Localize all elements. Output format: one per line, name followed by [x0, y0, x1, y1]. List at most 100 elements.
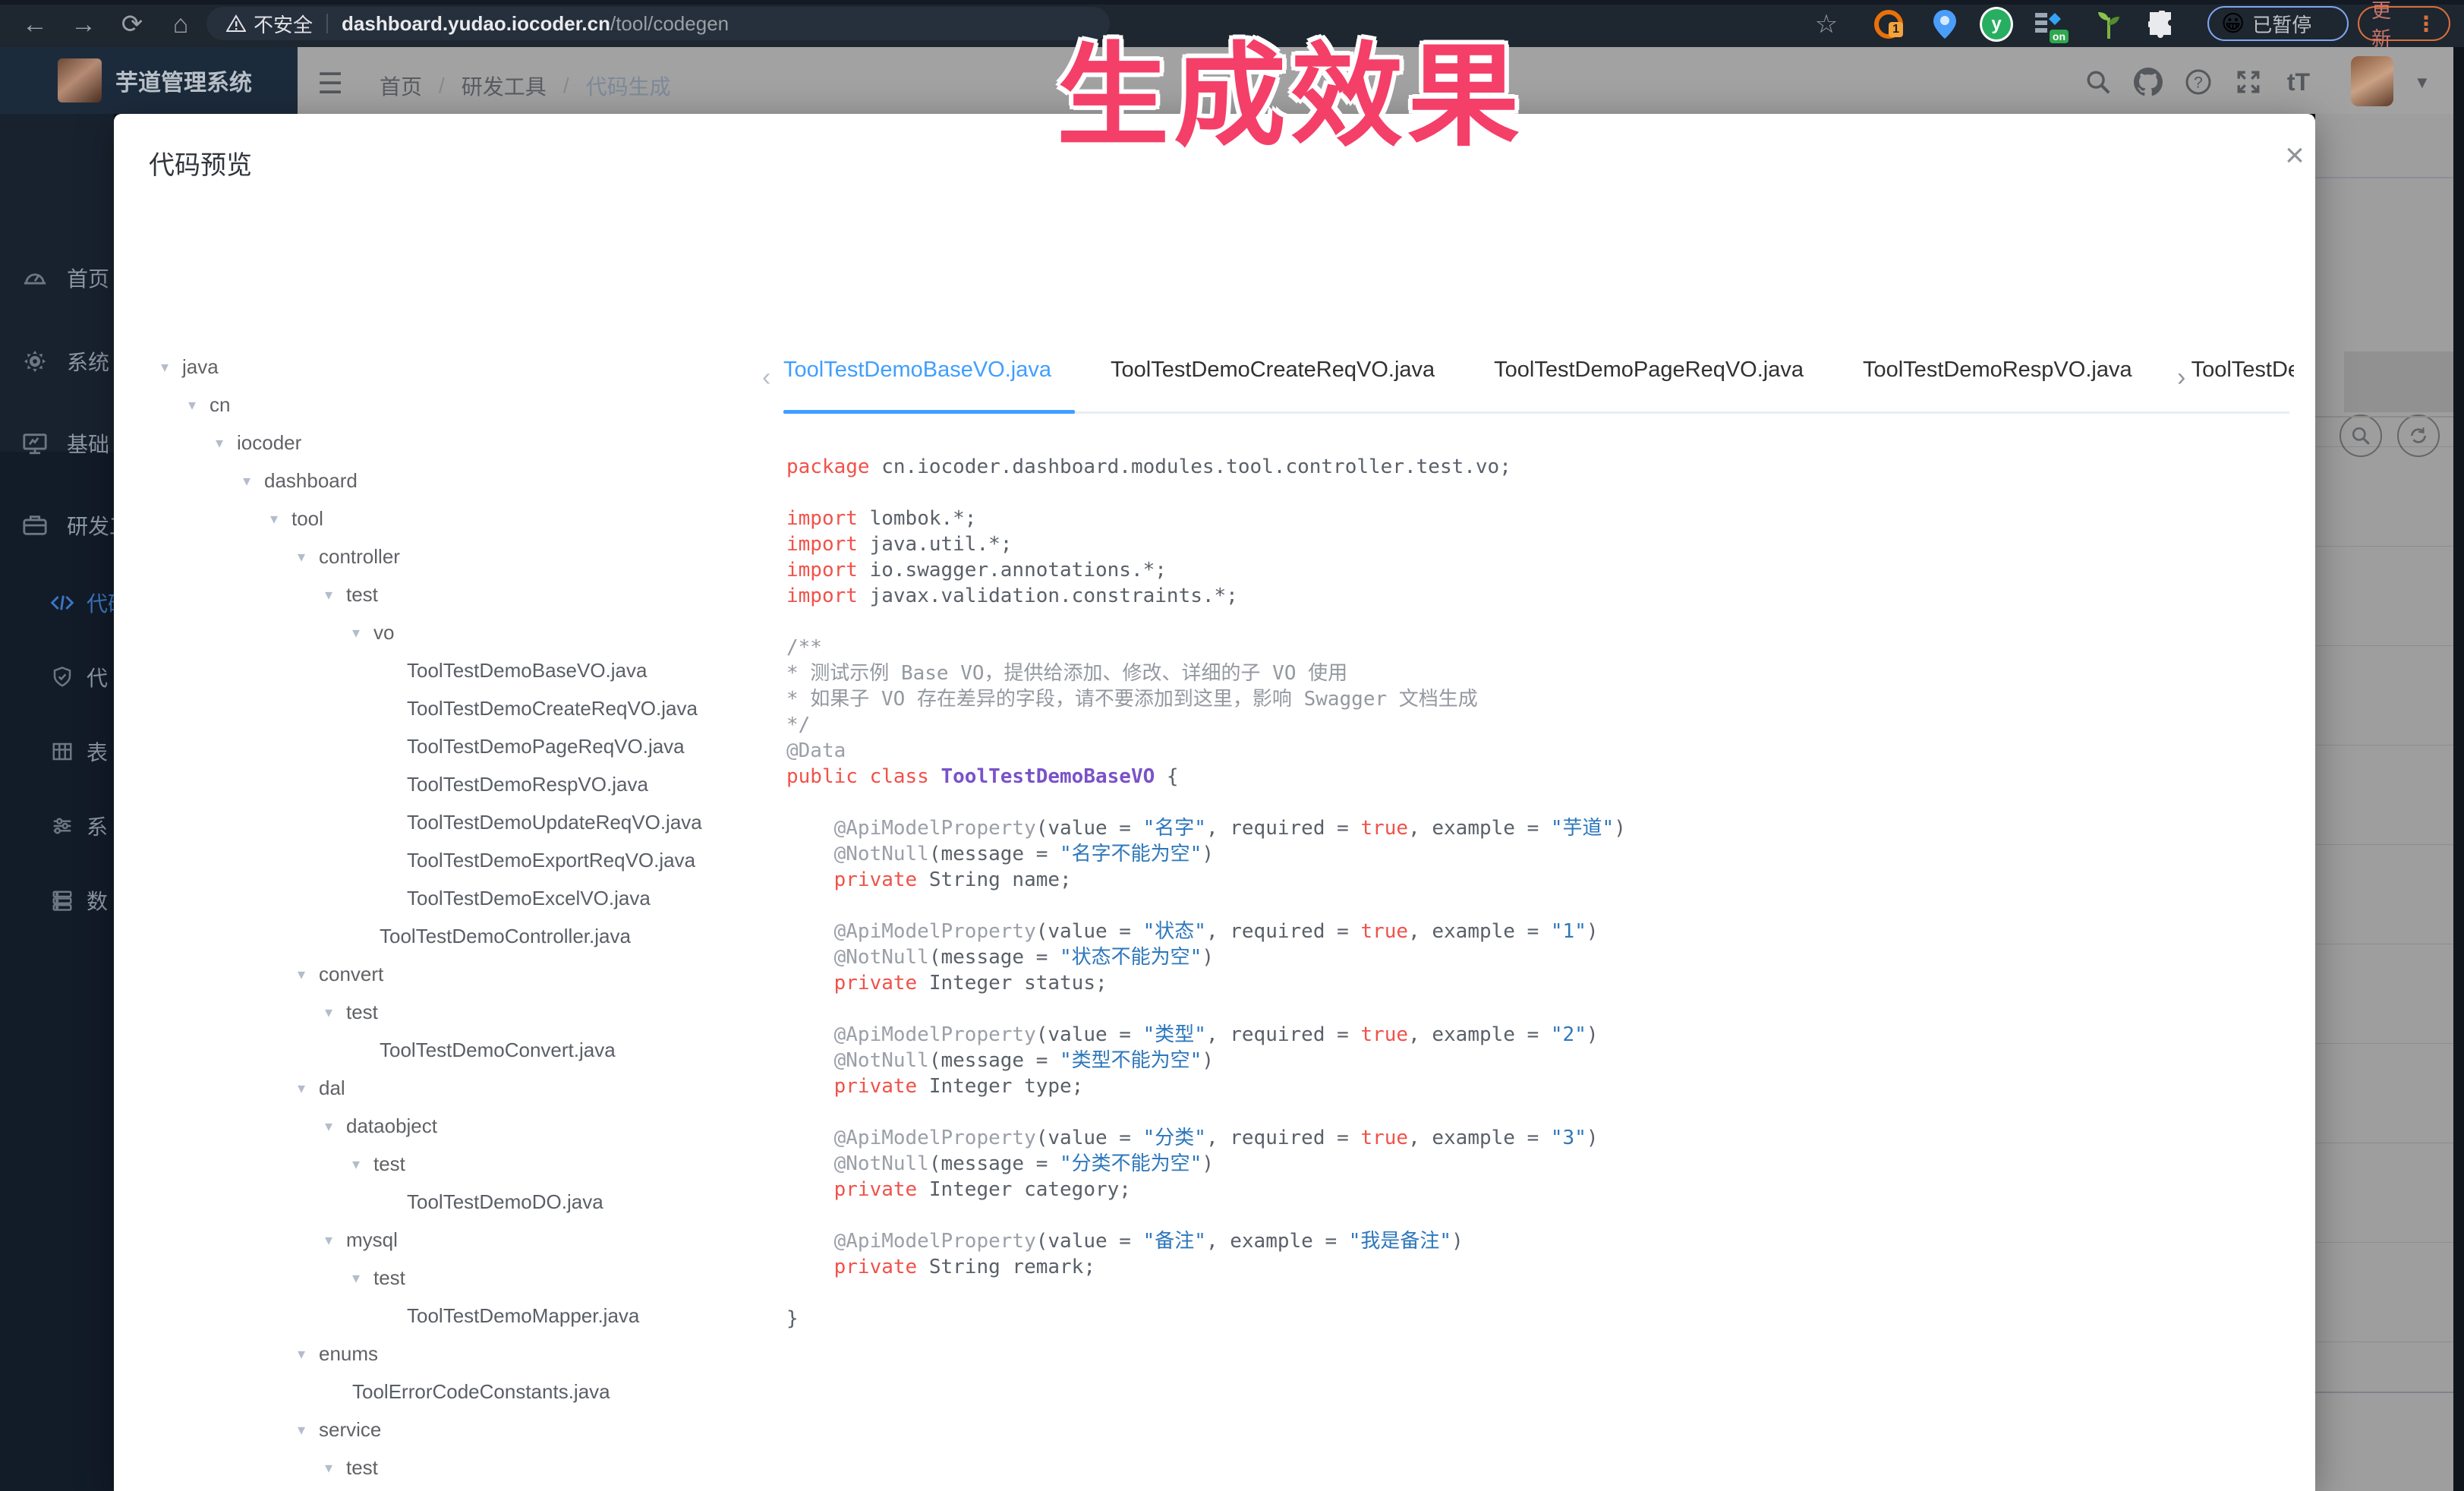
tree-expand-caret-icon[interactable]: ▾	[188, 396, 210, 415]
code-line: public class ToolTestDemoBaseVO {	[786, 764, 2297, 790]
tabs-scroll-left-icon[interactable]: ‹	[762, 363, 770, 392]
tree-folder[interactable]: ▾tool	[114, 500, 767, 537]
file-tab[interactable]: ToolTestDemoRespVO.java	[1863, 358, 2132, 383]
close-icon[interactable]: ×	[2276, 137, 2314, 175]
tree-file[interactable]: ToolErrorCodeConstants.java	[114, 1373, 767, 1411]
breadcrumb-item[interactable]: 首页	[380, 71, 422, 101]
tree-folder[interactable]: ▾controller	[114, 537, 767, 575]
chrome-update-button[interactable]: 更新 ⋮	[2358, 6, 2450, 41]
database-icon	[50, 888, 74, 913]
user-avatar[interactable]	[2351, 56, 2393, 106]
tree-folder[interactable]: ▾test	[114, 575, 767, 613]
browser-scrollbar[interactable]	[2453, 47, 2464, 1491]
bookmark-star-icon[interactable]: ☆	[1810, 8, 1843, 41]
tree-folder[interactable]: ▾java	[114, 348, 767, 386]
file-tab[interactable]: ToolTestDemoUpdateReqVO.java	[2191, 358, 2294, 383]
tree-expand-caret-icon[interactable]: ▾	[298, 1344, 319, 1363]
code-line: @NotNull(message = "状态不能为空")	[786, 944, 2297, 970]
tree-folder[interactable]: ▾dataobject	[114, 1107, 767, 1145]
forward-icon[interactable]: →	[65, 6, 102, 43]
tree-folder[interactable]: ▾cn	[114, 386, 767, 424]
fullscreen-icon[interactable]	[2232, 65, 2265, 99]
tree-expand-caret-icon[interactable]: ▾	[325, 1003, 346, 1022]
app-logo[interactable]: 芋道管理系统	[0, 47, 298, 114]
tree-folder[interactable]: ▾vo	[114, 613, 767, 651]
tree-folder[interactable]: ▾dashboard	[114, 462, 767, 500]
tree-folder[interactable]: ▾test	[114, 993, 767, 1031]
tree-expand-caret-icon[interactable]: ▾	[325, 1117, 346, 1136]
profile-paused-pill[interactable]: 😀 已暂停	[2207, 6, 2349, 41]
omnibox-divider	[326, 14, 328, 33]
sidebar-subitem[interactable]: 系	[0, 803, 114, 849]
tree-expand-caret-icon[interactable]: ▾	[298, 547, 319, 566]
header-search-icon[interactable]	[2081, 65, 2115, 99]
tree-expand-caret-icon[interactable]: ▾	[216, 433, 237, 452]
tree-expand-caret-icon[interactable]: ▾	[270, 509, 291, 528]
sidebar-subitem[interactable]: 代	[0, 654, 114, 700]
browser-menu-icon[interactable]: ⋮	[2415, 11, 2437, 36]
tree-folder[interactable]: ▾impl	[114, 1486, 767, 1491]
tree-expand-caret-icon[interactable]: ▾	[352, 1155, 373, 1174]
extension-pin-icon[interactable]	[1928, 8, 1961, 41]
tree-file[interactable]: ToolTestDemoBaseVO.java	[114, 651, 767, 689]
tree-file[interactable]: ToolTestDemoMapper.java	[114, 1297, 767, 1335]
home-icon[interactable]: ⌂	[162, 6, 199, 43]
sidebar-subitem[interactable]: 表	[0, 729, 114, 774]
back-icon[interactable]: ←	[17, 6, 53, 43]
file-tab[interactable]: ToolTestDemoPageReqVO.java	[1494, 358, 1804, 383]
tree-file[interactable]: ToolTestDemoCreateReqVO.java	[114, 689, 767, 727]
tree-expand-caret-icon[interactable]: ▾	[298, 1420, 319, 1439]
extension-green-circle-icon[interactable]: y	[1980, 8, 2013, 41]
table-refresh-button[interactable]	[2397, 415, 2440, 457]
tree-folder[interactable]: ▾iocoder	[114, 424, 767, 462]
sidebar-item[interactable]: 研发工具	[0, 503, 114, 548]
extensions-puzzle-icon[interactable]	[2145, 8, 2179, 41]
sidebar-item[interactable]: 首页	[0, 255, 114, 301]
tree-folder[interactable]: ▾dal	[114, 1069, 767, 1107]
avatar-dropdown-icon[interactable]: ▼	[2414, 73, 2431, 93]
github-icon[interactable]	[2132, 65, 2165, 99]
tree-file[interactable]: ToolTestDemoRespVO.java	[114, 765, 767, 803]
sidebar-collapse-icon[interactable]: ☰	[317, 67, 343, 101]
tree-file[interactable]: ToolTestDemoExcelVO.java	[114, 879, 767, 917]
tree-expand-caret-icon[interactable]: ▾	[325, 1231, 346, 1250]
tree-folder[interactable]: ▾test	[114, 1259, 767, 1297]
tree-folder[interactable]: ▾test	[114, 1145, 767, 1183]
sidebar-subitem[interactable]: 代码生成	[0, 580, 114, 626]
tree-folder[interactable]: ▾convert	[114, 955, 767, 993]
sidebar-item[interactable]: 系统	[0, 339, 114, 384]
file-tab[interactable]: ToolTestDemoCreateReqVO.java	[1111, 358, 1435, 383]
tree-file[interactable]: ToolTestDemoDO.java	[114, 1183, 767, 1221]
tree-expand-caret-icon[interactable]: ▾	[243, 471, 264, 490]
tree-file[interactable]: ToolTestDemoPageReqVO.java	[114, 727, 767, 765]
tree-folder[interactable]: ▾enums	[114, 1335, 767, 1373]
not-secure-label[interactable]: 不安全	[254, 10, 313, 38]
code-viewer[interactable]: package cn.iocoder.dashboard.modules.too…	[786, 454, 2297, 1486]
tree-file[interactable]: ToolTestDemoUpdateReqVO.java	[114, 803, 767, 841]
file-tab[interactable]: ToolTestDemoBaseVO.java	[783, 358, 1051, 383]
sidebar-item[interactable]: 基础	[0, 421, 114, 466]
tree-expand-caret-icon[interactable]: ▾	[161, 358, 182, 377]
tree-folder[interactable]: ▾mysql	[114, 1221, 767, 1259]
extension-sprout-icon[interactable]	[2092, 8, 2125, 41]
tree-folder[interactable]: ▾test	[114, 1448, 767, 1486]
tree-expand-caret-icon[interactable]: ▾	[298, 1079, 319, 1098]
tree-expand-caret-icon[interactable]: ▾	[325, 585, 346, 604]
breadcrumb-item[interactable]: 研发工具	[462, 71, 547, 101]
reload-icon[interactable]: ⟳	[114, 6, 150, 43]
tree-file[interactable]: ToolTestDemoExportReqVO.java	[114, 841, 767, 879]
tree-file[interactable]: ToolTestDemoConvert.java	[114, 1031, 767, 1069]
address-bar[interactable]: 不安全 dashboard.yudao.iocoder.cn/tool/code…	[206, 7, 1110, 40]
tree-expand-caret-icon[interactable]: ▾	[298, 965, 319, 984]
table-search-button[interactable]	[2340, 415, 2382, 457]
tree-expand-caret-icon[interactable]: ▾	[325, 1458, 346, 1477]
extension-grid-icon[interactable]: on	[2031, 8, 2065, 41]
font-size-icon[interactable]: tT	[2282, 65, 2315, 99]
tree-file[interactable]: ToolTestDemoController.java	[114, 917, 767, 955]
sidebar-subitem[interactable]: 数	[0, 878, 114, 923]
tree-expand-caret-icon[interactable]: ▾	[352, 1269, 373, 1288]
help-icon[interactable]: ?	[2182, 65, 2215, 99]
extension-orange-icon[interactable]: 1	[1872, 8, 1905, 41]
tree-expand-caret-icon[interactable]: ▾	[352, 623, 373, 642]
tree-folder[interactable]: ▾service	[114, 1411, 767, 1448]
